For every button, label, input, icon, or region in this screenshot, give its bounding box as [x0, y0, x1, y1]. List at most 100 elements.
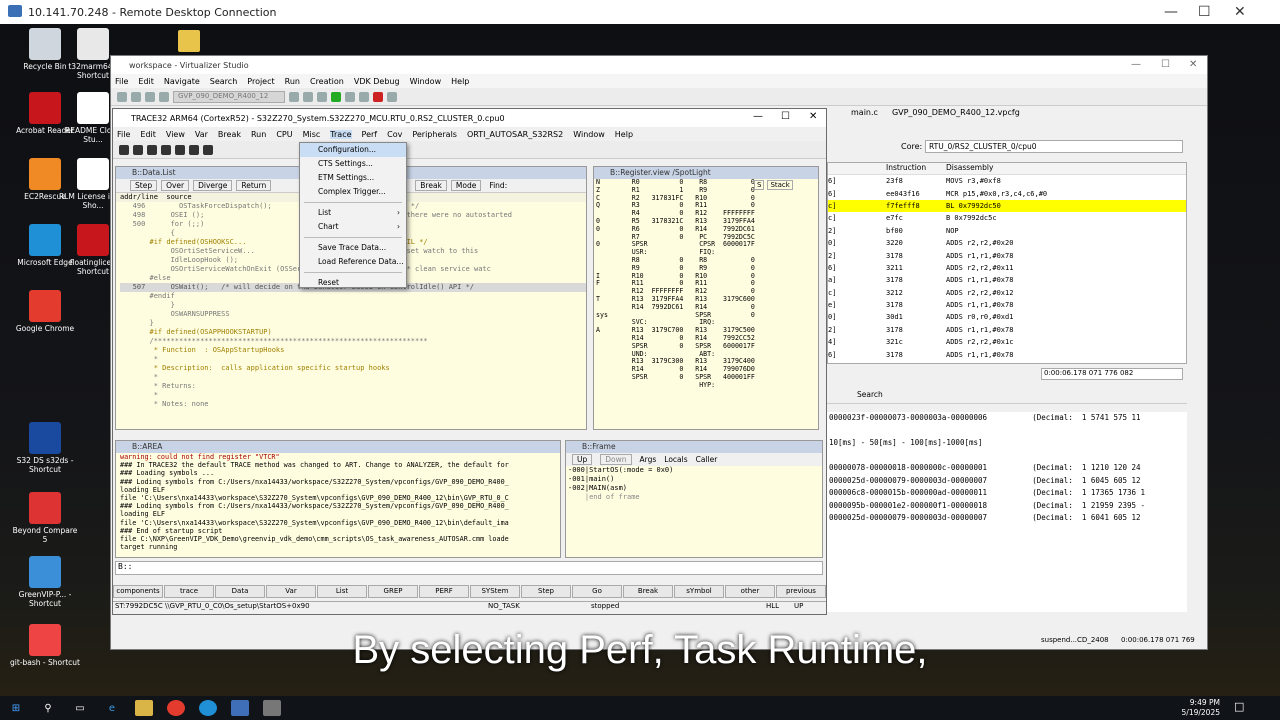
- desktop-icon[interactable]: Beyond Compare 5: [10, 492, 80, 544]
- time-field[interactable]: 0:00:06.178 071 776 082: [1041, 368, 1183, 380]
- toolbar-icon[interactable]: [303, 91, 313, 102]
- toolbar-icon[interactable]: [117, 91, 127, 102]
- disasm-row[interactable]: a] 3178 ADDS r1,r1,#0x78: [828, 274, 1186, 286]
- disasm-row[interactable]: 6] ee043f16 MCR p15,#0x0,r3,c4,c6,#0: [828, 187, 1186, 199]
- trace-menu-item-configuration[interactable]: Configuration...: [300, 143, 406, 157]
- disasm-row[interactable]: c] f7fefff8 BL 0x7992dc50: [828, 199, 1186, 213]
- menu-search[interactable]: Search: [210, 77, 237, 86]
- mode-button[interactable]: Mode: [450, 180, 482, 191]
- disasm-row[interactable]: 6] 3211 ADDS r2,r2,#0x11: [828, 262, 1186, 274]
- toolbar-icon[interactable]: [145, 91, 155, 102]
- s-button[interactable]: S: [754, 180, 765, 190]
- trace-menu-item-etm-settings[interactable]: ETM Settings...: [300, 171, 406, 185]
- trace-menu-item-chart[interactable]: Chart ›: [300, 220, 406, 234]
- search-tab[interactable]: Search: [857, 390, 883, 399]
- desktop-icon[interactable]: Google Chrome: [10, 290, 80, 333]
- toolbar-icon[interactable]: [359, 91, 369, 102]
- file-explorer-icon[interactable]: [135, 700, 153, 716]
- tab-vpcfg[interactable]: GVP_090_DEMO_R400_12.vpcfg: [892, 108, 1020, 122]
- disasm-row[interactable]: 0] 3220 ADDS r2,r2,#0x20: [828, 237, 1186, 249]
- search-icon[interactable]: ⚲: [39, 700, 57, 716]
- menu-help[interactable]: Help: [451, 77, 469, 86]
- disasm-row[interactable]: c] 3212 ADDS r2,r2,#0x12: [828, 287, 1186, 299]
- over-button[interactable]: Over: [161, 180, 190, 191]
- menu-trace[interactable]: Trace: [330, 129, 352, 139]
- toolbar-icon[interactable]: [159, 91, 169, 102]
- maximize-icon[interactable]: ☐: [1198, 4, 1211, 20]
- menu-misc[interactable]: Misc: [303, 130, 321, 139]
- disasm-row[interactable]: 0] 30d1 ADDS r0,r0,#0xd1: [828, 311, 1186, 323]
- menu-var[interactable]: Var: [195, 130, 208, 139]
- disasm-row[interactable]: 2] 3178 ADDS r1,r1,#0x78: [828, 249, 1186, 261]
- toolbar-icon[interactable]: [131, 91, 141, 102]
- minimize-icon[interactable]: —: [753, 111, 763, 122]
- softkey-var[interactable]: Var: [266, 585, 316, 598]
- locals-checkbox[interactable]: Locals: [664, 455, 687, 464]
- menu-run[interactable]: Run: [285, 77, 300, 86]
- disasm-row[interactable]: 4] 321c ADDS r2,r2,#0x1c: [828, 336, 1186, 348]
- trace-menu-item-cts-settings[interactable]: CTS Settings...: [300, 157, 406, 171]
- softkey-system[interactable]: SYStem: [470, 585, 520, 598]
- menu-file[interactable]: File: [115, 77, 128, 86]
- pause-icon[interactable]: [189, 144, 199, 155]
- folder-icon[interactable]: [178, 30, 200, 52]
- play-icon[interactable]: [175, 144, 185, 155]
- command-input[interactable]: B::: [115, 561, 823, 575]
- step-button[interactable]: Step: [130, 180, 158, 191]
- step-over-icon[interactable]: [133, 144, 143, 155]
- stack-button[interactable]: Stack: [767, 180, 793, 190]
- notification-icon[interactable]: □: [1234, 700, 1244, 713]
- caller-checkbox[interactable]: Caller: [696, 455, 718, 464]
- clock-date[interactable]: 5/19/2025: [1182, 708, 1220, 717]
- close-icon[interactable]: ✕: [1234, 4, 1246, 20]
- menu-navigate[interactable]: Navigate: [164, 77, 200, 86]
- minimize-icon[interactable]: —: [1164, 4, 1178, 20]
- minimize-icon[interactable]: —: [1131, 59, 1141, 70]
- edge-icon[interactable]: e: [103, 700, 121, 716]
- close-icon[interactable]: ✕: [1189, 59, 1197, 70]
- edge-app-icon[interactable]: [199, 700, 217, 716]
- menu-view[interactable]: View: [166, 130, 185, 139]
- config-select[interactable]: GVP_090_DEMO_R400_12: [173, 90, 285, 103]
- menu-orti-autosar-s32rs2[interactable]: ORTI_AUTOSAR_S32RS2: [467, 130, 563, 139]
- trace-menu-item-reset[interactable]: Reset: [300, 276, 406, 290]
- trace-menu-item-save-trace-data[interactable]: Save Trace Data...: [300, 241, 406, 255]
- softkey-list[interactable]: List: [317, 585, 367, 598]
- down-icon[interactable]: [147, 144, 157, 155]
- up-icon[interactable]: [161, 144, 171, 155]
- down-button[interactable]: Down: [600, 454, 632, 465]
- break-button[interactable]: Break: [415, 180, 447, 191]
- args-checkbox[interactable]: Args: [640, 455, 657, 464]
- toolbar-icon[interactable]: [345, 91, 355, 102]
- toolbar-icon[interactable]: [387, 91, 397, 102]
- trace-menu-item-complex-trigger[interactable]: Complex Trigger...: [300, 185, 406, 199]
- toolbar-icon[interactable]: [289, 91, 299, 102]
- softkey-other[interactable]: other: [725, 585, 775, 598]
- maximize-icon[interactable]: ☐: [1161, 59, 1170, 70]
- disasm-row[interactable]: e] 3178 ADDS r1,r1,#0x78: [828, 299, 1186, 311]
- menu-edit[interactable]: Edit: [140, 130, 156, 139]
- desktop-icon[interactable]: GreenVIP-P... - Shortcut: [10, 556, 80, 608]
- find-label[interactable]: Find:: [485, 181, 511, 190]
- task-view-icon[interactable]: ▭: [71, 700, 89, 716]
- menu-help[interactable]: Help: [615, 130, 633, 139]
- return-button[interactable]: Return: [236, 180, 272, 191]
- core-select[interactable]: RTU_0/RS2_CLUSTER_0/cpu0: [925, 140, 1183, 153]
- run-icon[interactable]: [331, 91, 341, 102]
- menu-creation[interactable]: Creation: [310, 77, 344, 86]
- menu-edit[interactable]: Edit: [138, 77, 154, 86]
- softkey-grep[interactable]: GREP: [368, 585, 418, 598]
- softkey-go[interactable]: Go: [572, 585, 622, 598]
- disasm-row[interactable]: 6] 23f8 MOVS r3,#0xf8: [828, 175, 1186, 187]
- disasm-row[interactable]: 2] bf00 NOP: [828, 225, 1186, 237]
- tab-main-c[interactable]: main.c: [851, 108, 878, 122]
- clock-time[interactable]: 9:49 PM: [1190, 698, 1220, 707]
- disasm-row[interactable]: 2] 3178 ADDS r1,r1,#0x78: [828, 324, 1186, 336]
- up-button[interactable]: Up: [572, 454, 593, 465]
- menu-window[interactable]: Window: [410, 77, 442, 86]
- menu-file[interactable]: File: [117, 130, 130, 139]
- softkey-components[interactable]: components: [113, 585, 163, 598]
- softkey-previous[interactable]: previous: [776, 585, 826, 598]
- disasm-row[interactable]: c] e7fc B 0x7992dc5c: [828, 212, 1186, 224]
- menu-window[interactable]: Window: [573, 130, 605, 139]
